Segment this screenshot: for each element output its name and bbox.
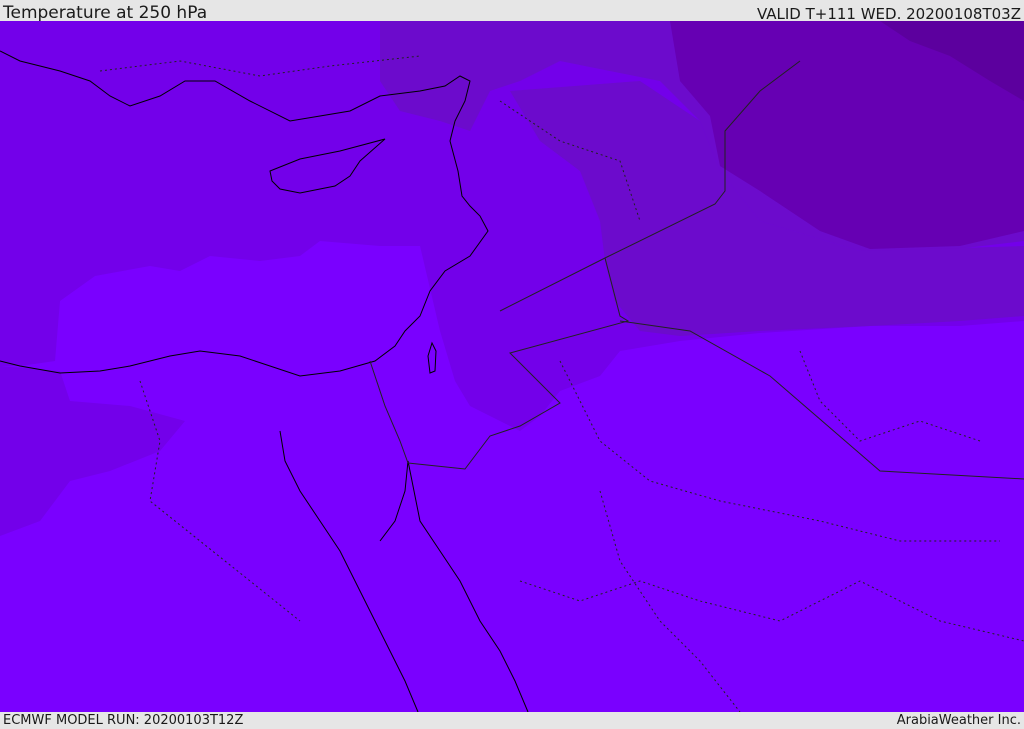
temperature-map[interactable] (0, 21, 1024, 712)
map-title: Temperature at 250 hPa (3, 3, 208, 23)
model-run-label: ECMWF MODEL RUN: 20200103T12Z (3, 713, 244, 728)
map-footer: ECMWF MODEL RUN: 20200103T12Z ArabiaWeat… (0, 712, 1024, 729)
map-header: Temperature at 250 hPa VALID T+111 WED. … (0, 0, 1024, 23)
credit-label: ArabiaWeather Inc. (896, 713, 1021, 728)
map-canvas (0, 21, 1024, 712)
